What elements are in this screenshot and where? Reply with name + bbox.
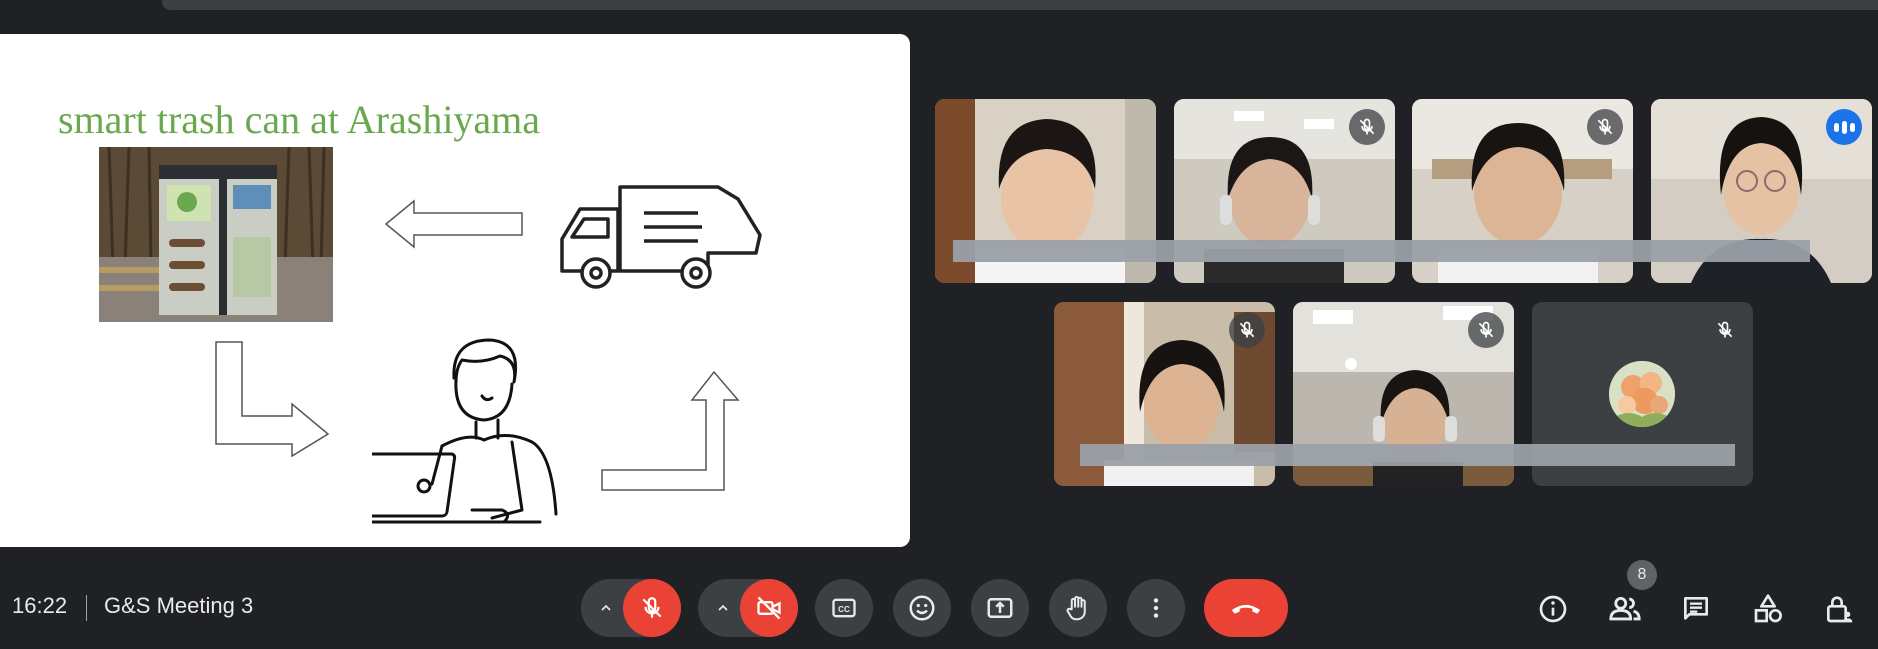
arrow-up-right-icon <box>601 370 740 491</box>
presentation-slide: smart trash can at Arashiyama <box>0 34 910 547</box>
hand-icon <box>1066 596 1086 621</box>
present-button[interactable] <box>971 579 1029 637</box>
leave-call-button[interactable] <box>1204 579 1288 637</box>
emoji-icon <box>909 595 935 621</box>
phone-hangup-icon <box>1231 604 1261 614</box>
mic-off-icon <box>1587 109 1623 145</box>
mic-off-icon <box>1229 312 1265 348</box>
meeting-clock: 16:22 <box>12 593 68 618</box>
mic-off-icon <box>1468 312 1504 348</box>
host-controls-button[interactable] <box>1819 589 1859 629</box>
speaking-indicator-icon <box>1826 109 1862 145</box>
person-laptop-icon <box>372 338 558 524</box>
arrow-left-icon <box>384 199 523 249</box>
camera-options-chevron-up-icon[interactable] <box>710 595 736 621</box>
svg-text:CC: CC <box>838 605 850 614</box>
more-options-button[interactable] <box>1127 579 1185 637</box>
garbage-truck-icon <box>560 185 762 289</box>
people-icon <box>1609 596 1641 621</box>
info-icon <box>1539 595 1567 623</box>
captions-button[interactable]: CC <box>815 579 873 637</box>
lock-person-icon <box>1827 596 1853 623</box>
trash-can-photo <box>99 147 333 322</box>
mic-toggle-button[interactable] <box>623 579 681 637</box>
bottom-toolbar: 16:22 G&S Meeting 3 CC <box>0 575 1878 641</box>
avatar <box>1609 361 1675 427</box>
camera-control-group <box>698 579 798 637</box>
mic-off-icon <box>1349 109 1385 145</box>
mic-options-chevron-up-icon[interactable] <box>593 595 619 621</box>
more-vert-icon <box>1153 598 1159 618</box>
present-screen-icon <box>987 598 1013 618</box>
divider <box>86 595 87 621</box>
activities-icon <box>1754 594 1782 623</box>
people-button[interactable] <box>1605 589 1645 629</box>
reactions-button[interactable] <box>893 579 951 637</box>
mic-off-icon <box>642 597 662 618</box>
camera-toggle-button[interactable] <box>740 579 798 637</box>
camera-off-icon <box>757 596 781 620</box>
top-strip <box>162 0 1878 10</box>
mic-off-icon <box>1707 312 1743 348</box>
chat-button[interactable] <box>1676 589 1716 629</box>
name-bar-redacted <box>953 240 1810 262</box>
chat-icon <box>1684 597 1708 620</box>
meet-window: smart trash can at Arashiyama 8 16:22 G&… <box>0 0 1878 649</box>
meeting-title: G&S Meeting 3 <box>104 593 254 618</box>
slide-title: smart trash can at Arashiyama <box>58 97 541 142</box>
arrow-down-right-icon <box>215 341 330 458</box>
activities-button[interactable] <box>1748 589 1788 629</box>
name-bar-redacted <box>1080 444 1735 466</box>
meeting-details-button[interactable] <box>1533 589 1573 629</box>
mic-control-group <box>581 579 681 637</box>
captions-icon: CC <box>832 598 856 618</box>
raise-hand-button[interactable] <box>1049 579 1107 637</box>
